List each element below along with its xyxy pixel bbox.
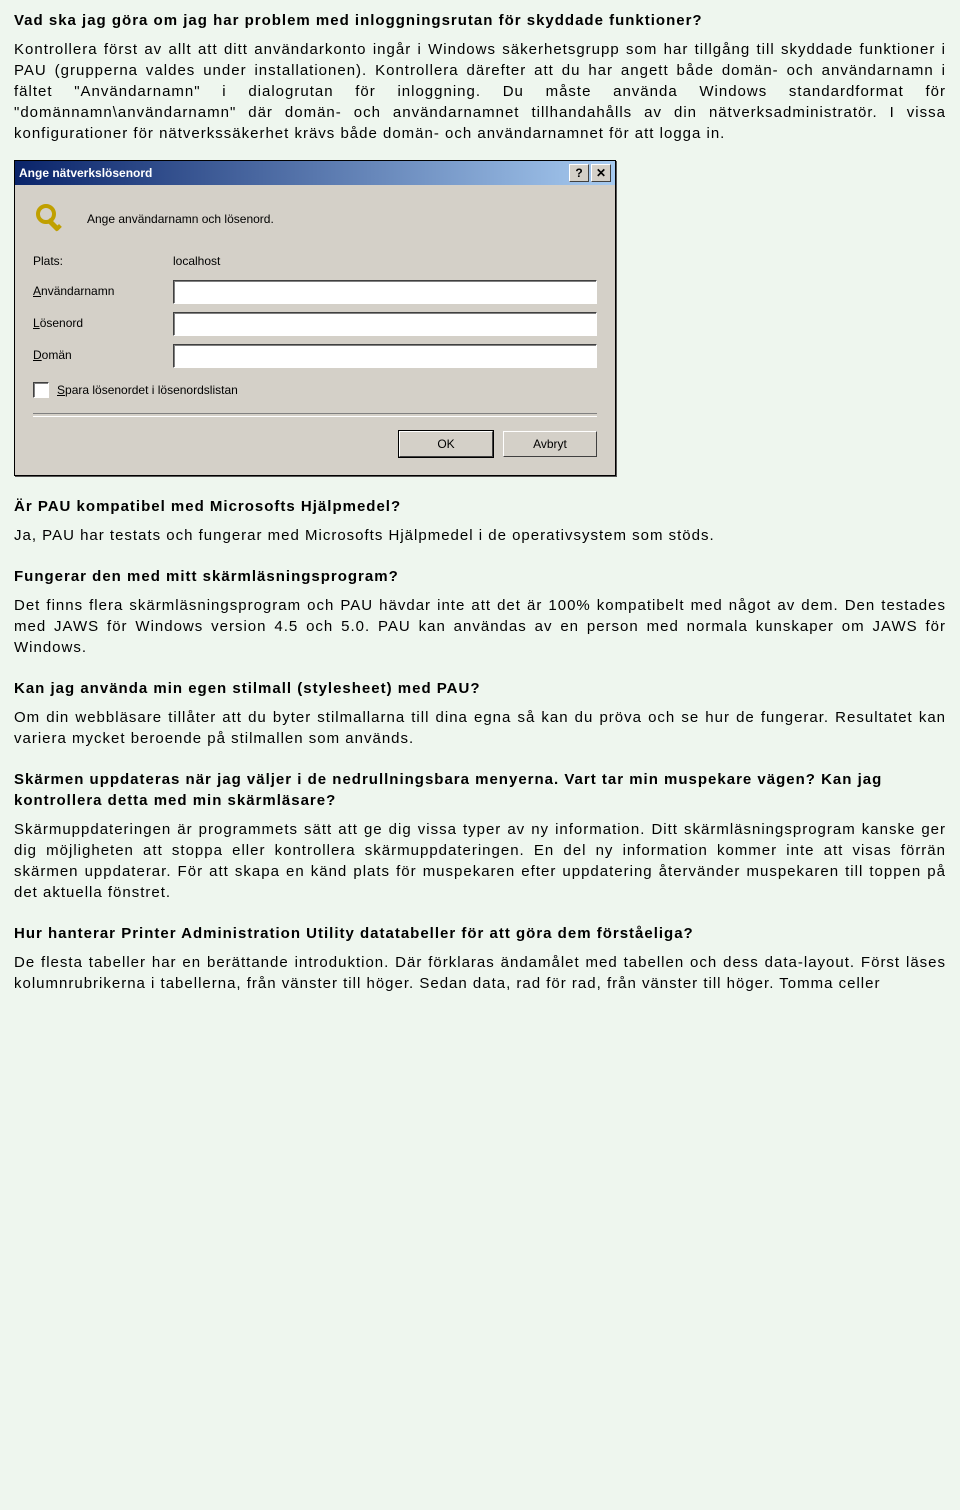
faq-heading: Fungerar den med mitt skärmläsningsprogr… (14, 566, 946, 587)
save-password-label: Spara lösenordet i lösenordslistan (57, 382, 238, 399)
domain-input[interactable] (173, 344, 597, 368)
dialog-instruction: Ange användarnamn och lösenord. (87, 211, 274, 228)
faq-paragraph: Om din webbläsare tillåter att du byter … (14, 707, 946, 749)
faq-paragraph: Ja, PAU har testats och fungerar med Mic… (14, 525, 946, 546)
faq-heading: Kan jag använda min egen stilmall (style… (14, 678, 946, 699)
faq-heading: Är PAU kompatibel med Microsofts Hjälpme… (14, 496, 946, 517)
network-password-dialog: Ange nätverkslösenord ? ✕ Ange användarn… (14, 160, 616, 476)
faq-heading: Skärmen uppdateras när jag väljer i de n… (14, 769, 946, 811)
dialog-title: Ange nätverkslösenord (19, 165, 567, 182)
save-password-checkbox[interactable] (33, 382, 49, 398)
dialog-body: Ange användarnamn och lösenord. Plats: l… (15, 185, 615, 475)
close-button[interactable]: ✕ (591, 164, 611, 182)
plats-label: Plats: (33, 253, 173, 270)
plats-value: localhost (173, 251, 597, 272)
dialog-titlebar: Ange nätverkslösenord ? ✕ (15, 161, 615, 185)
username-label: Användarnamn (33, 283, 173, 300)
password-input[interactable] (173, 312, 597, 336)
ok-button[interactable]: OK (399, 431, 493, 458)
key-icon (33, 201, 69, 237)
help-button[interactable]: ? (569, 164, 589, 182)
faq-paragraph: Kontrollera först av allt att ditt använ… (14, 39, 946, 144)
faq-paragraph: De flesta tabeller har en berättande int… (14, 952, 946, 994)
domain-label: Domän (33, 347, 173, 364)
username-input[interactable] (173, 280, 597, 304)
faq-paragraph: Skärmuppdateringen är programmets sätt a… (14, 819, 946, 903)
cancel-button[interactable]: Avbryt (503, 431, 597, 458)
password-label: Lösenord (33, 315, 173, 332)
faq-heading: Hur hanterar Printer Administration Util… (14, 923, 946, 944)
faq-paragraph: Det finns flera skärmläsningsprogram och… (14, 595, 946, 658)
separator (33, 413, 597, 417)
faq-heading: Vad ska jag göra om jag har problem med … (14, 10, 946, 31)
